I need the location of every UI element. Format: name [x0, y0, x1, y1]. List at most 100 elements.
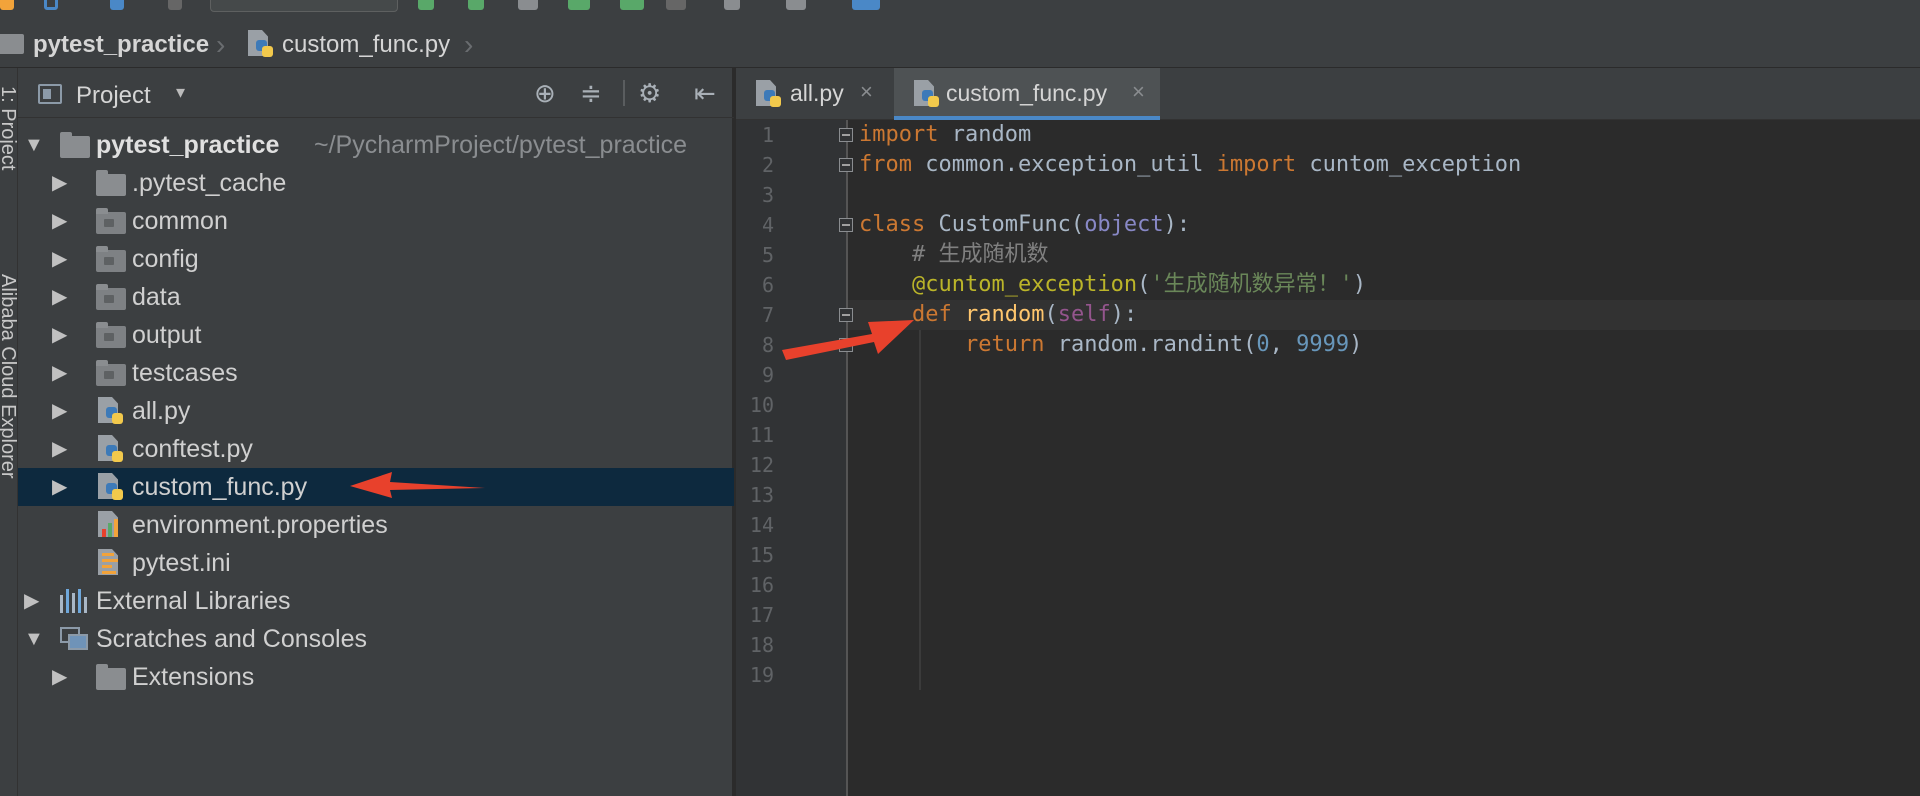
- concurrency-icon[interactable]: [620, 0, 644, 10]
- chevron-down-icon[interactable]: ▼: [24, 126, 44, 164]
- collapse-all-icon[interactable]: ≑: [580, 78, 602, 109]
- code-line-1[interactable]: import random: [859, 120, 1031, 150]
- python-file-icon: [98, 473, 124, 501]
- tree-item-scratches[interactable]: ▼ Scratches and Consoles: [18, 620, 734, 658]
- chevron-right-icon[interactable]: ▶: [52, 392, 67, 430]
- chevron-right-icon[interactable]: ▶: [52, 278, 67, 316]
- line-number: 13: [749, 483, 774, 507]
- code-token: (: [1137, 272, 1151, 297]
- gear-icon[interactable]: ⚙: [638, 78, 661, 109]
- sync-icon[interactable]: [44, 0, 58, 10]
- code-line-2[interactable]: from common.exception_util import cuntom…: [859, 150, 1521, 180]
- line-number: 3: [761, 183, 774, 207]
- chevron-down-icon[interactable]: ▾: [176, 82, 185, 103]
- code-token: ,: [1269, 332, 1297, 357]
- hide-panel-icon[interactable]: ⇤: [694, 78, 716, 109]
- tree-item-extensions[interactable]: ▶ Extensions: [18, 658, 734, 696]
- chevron-down-icon[interactable]: ▼: [24, 620, 44, 658]
- tree-item-label: common: [132, 207, 228, 235]
- line-number: 5: [761, 243, 774, 267]
- code-token: CustomFunc(: [925, 212, 1085, 237]
- tree-item-pytest-ini[interactable]: pytest.ini: [18, 544, 734, 582]
- number-token: 0: [1256, 332, 1270, 357]
- back-icon[interactable]: [110, 0, 124, 10]
- chevron-right-icon[interactable]: ▶: [52, 316, 67, 354]
- tree-item-conftest-py[interactable]: ▶ conftest.py: [18, 430, 734, 468]
- breadcrumb-file[interactable]: custom_func.py: [282, 31, 450, 59]
- tree-item-environment-properties[interactable]: environment.properties: [18, 506, 734, 544]
- code-line-6[interactable]: @cuntom_exception('生成随机数异常！'): [859, 270, 1366, 300]
- locate-icon[interactable]: ⊕: [534, 78, 556, 109]
- chevron-right-icon[interactable]: ▶: [52, 468, 67, 506]
- line-number: 2: [761, 153, 774, 177]
- line-number: 17: [749, 603, 774, 627]
- tree-item-label: all.py: [132, 397, 191, 425]
- forward-icon[interactable]: [168, 0, 182, 10]
- tree-item-output[interactable]: ▶ output: [18, 316, 734, 354]
- indent-guide: [919, 330, 921, 690]
- tree-item-pytest-cache[interactable]: ▶ .pytest_cache: [18, 164, 734, 202]
- tree-root-path: ~/PycharmProject/pytest_practice: [314, 131, 688, 159]
- chevron-right-icon[interactable]: ▶: [52, 202, 67, 240]
- fold-icon[interactable]: [839, 128, 853, 142]
- code-line-5[interactable]: # 生成随机数: [859, 240, 1049, 270]
- editor: all.py × custom_func.py × 1 2 3 4 5 6 7 …: [736, 68, 1920, 796]
- run-icon[interactable]: [418, 0, 434, 10]
- tree-item-label: conftest.py: [132, 435, 253, 463]
- breadcrumb-project[interactable]: pytest_practice: [33, 31, 209, 59]
- tree-item-testcases[interactable]: ▶ testcases: [18, 354, 734, 392]
- line-number: 7: [761, 303, 774, 327]
- debug-icon[interactable]: [468, 0, 484, 10]
- python-file-icon: [914, 80, 940, 108]
- code-token: common.exception_util: [911, 152, 1217, 177]
- chevron-right-icon[interactable]: ▶: [52, 354, 67, 392]
- chevron-right-icon[interactable]: ▶: [52, 164, 67, 202]
- tree-item-config[interactable]: ▶ config: [18, 240, 734, 278]
- tab-custom-func-py[interactable]: custom_func.py ×: [894, 68, 1160, 120]
- fold-icon[interactable]: [839, 158, 853, 172]
- structure-icon[interactable]: [852, 0, 880, 10]
- keyword-token: return: [964, 332, 1045, 357]
- chevron-right-icon[interactable]: ▶: [52, 430, 67, 468]
- tree-item-common[interactable]: ▶ common: [18, 202, 734, 240]
- tree-root-row[interactable]: ▼ pytest_practice ~/PycharmProject/pytes…: [18, 126, 734, 164]
- decorator-token: @cuntom_exception: [911, 272, 1138, 297]
- tree-item-data[interactable]: ▶ data: [18, 278, 734, 316]
- stop-icon[interactable]: [666, 0, 686, 10]
- vcs-icon[interactable]: [724, 0, 740, 10]
- close-icon[interactable]: ×: [860, 79, 873, 105]
- code-line-8[interactable]: return random.randint(0, 9999): [859, 330, 1362, 360]
- fold-icon[interactable]: [839, 218, 853, 232]
- python-file-icon: [756, 80, 782, 108]
- code-line-4[interactable]: class CustomFunc(object):: [859, 210, 1190, 240]
- line-number: 15: [749, 543, 774, 567]
- tree-item-external-libraries[interactable]: ▶ External Libraries: [18, 582, 734, 620]
- run-configuration-select[interactable]: [210, 0, 398, 12]
- project-tool-window-button[interactable]: 1: Project: [0, 86, 17, 170]
- tree-item-label: data: [132, 283, 181, 311]
- main-toolbar: [0, 0, 1920, 14]
- scratches-icon: [60, 627, 88, 651]
- chevron-right-icon[interactable]: ▶: [24, 582, 39, 620]
- toolbar-divider: [623, 80, 625, 106]
- profile-icon[interactable]: [568, 0, 590, 10]
- alibaba-cloud-explorer-button[interactable]: Alibaba Cloud Explorer: [0, 274, 17, 479]
- keyword-token: import: [859, 122, 939, 147]
- project-panel-title[interactable]: Project: [76, 82, 151, 110]
- python-file-icon: [98, 397, 124, 425]
- editor-tab-bar: all.py × custom_func.py ×: [736, 68, 1920, 120]
- tree-item-label: .pytest_cache: [132, 169, 287, 197]
- settings-icon[interactable]: [786, 0, 806, 10]
- package-folder-icon: [96, 360, 126, 386]
- close-icon[interactable]: ×: [1132, 79, 1145, 105]
- line-number: 9: [761, 363, 774, 387]
- tree-item-label: Scratches and Consoles: [96, 625, 367, 653]
- chevron-right-icon[interactable]: ▶: [52, 240, 67, 278]
- package-folder-icon: [96, 284, 126, 310]
- tree-item-all-py[interactable]: ▶ all.py: [18, 392, 734, 430]
- chevron-right-icon[interactable]: ▶: [52, 658, 67, 696]
- coverage-icon[interactable]: [518, 0, 538, 10]
- save-icon[interactable]: [0, 0, 14, 10]
- tree-item-label: External Libraries: [96, 587, 291, 615]
- tab-all-py[interactable]: all.py ×: [736, 68, 888, 120]
